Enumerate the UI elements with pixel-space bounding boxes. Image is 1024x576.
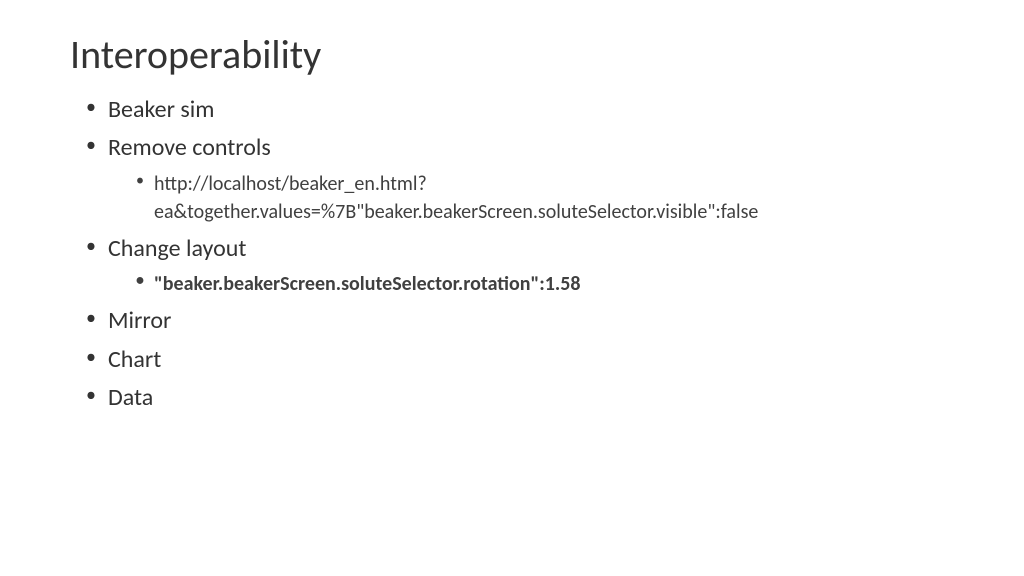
sub-list-item: "beaker.beakerScreen.soluteSelector.rota… bbox=[138, 270, 954, 298]
list-item-label: Change layout bbox=[108, 234, 246, 263]
list-item: Mirror bbox=[90, 302, 954, 340]
bullet-list: Beaker sim Remove controls http://localh… bbox=[70, 91, 954, 417]
list-item: Remove controls http://localhost/beaker_… bbox=[90, 129, 954, 225]
list-item: Data bbox=[90, 379, 954, 417]
sub-list: "beaker.beakerScreen.soluteSelector.rota… bbox=[108, 270, 954, 298]
list-item: Beaker sim bbox=[90, 91, 954, 129]
list-item: Chart bbox=[90, 341, 954, 379]
sub-list: http://localhost/beaker_en.html?ea&toget… bbox=[108, 170, 954, 226]
slide-title: Interoperability bbox=[70, 30, 954, 79]
sub-list-item: http://localhost/beaker_en.html?ea&toget… bbox=[138, 170, 954, 226]
list-item: Change layout "beaker.beakerScreen.solut… bbox=[90, 230, 954, 298]
list-item-label: Remove controls bbox=[108, 133, 271, 162]
